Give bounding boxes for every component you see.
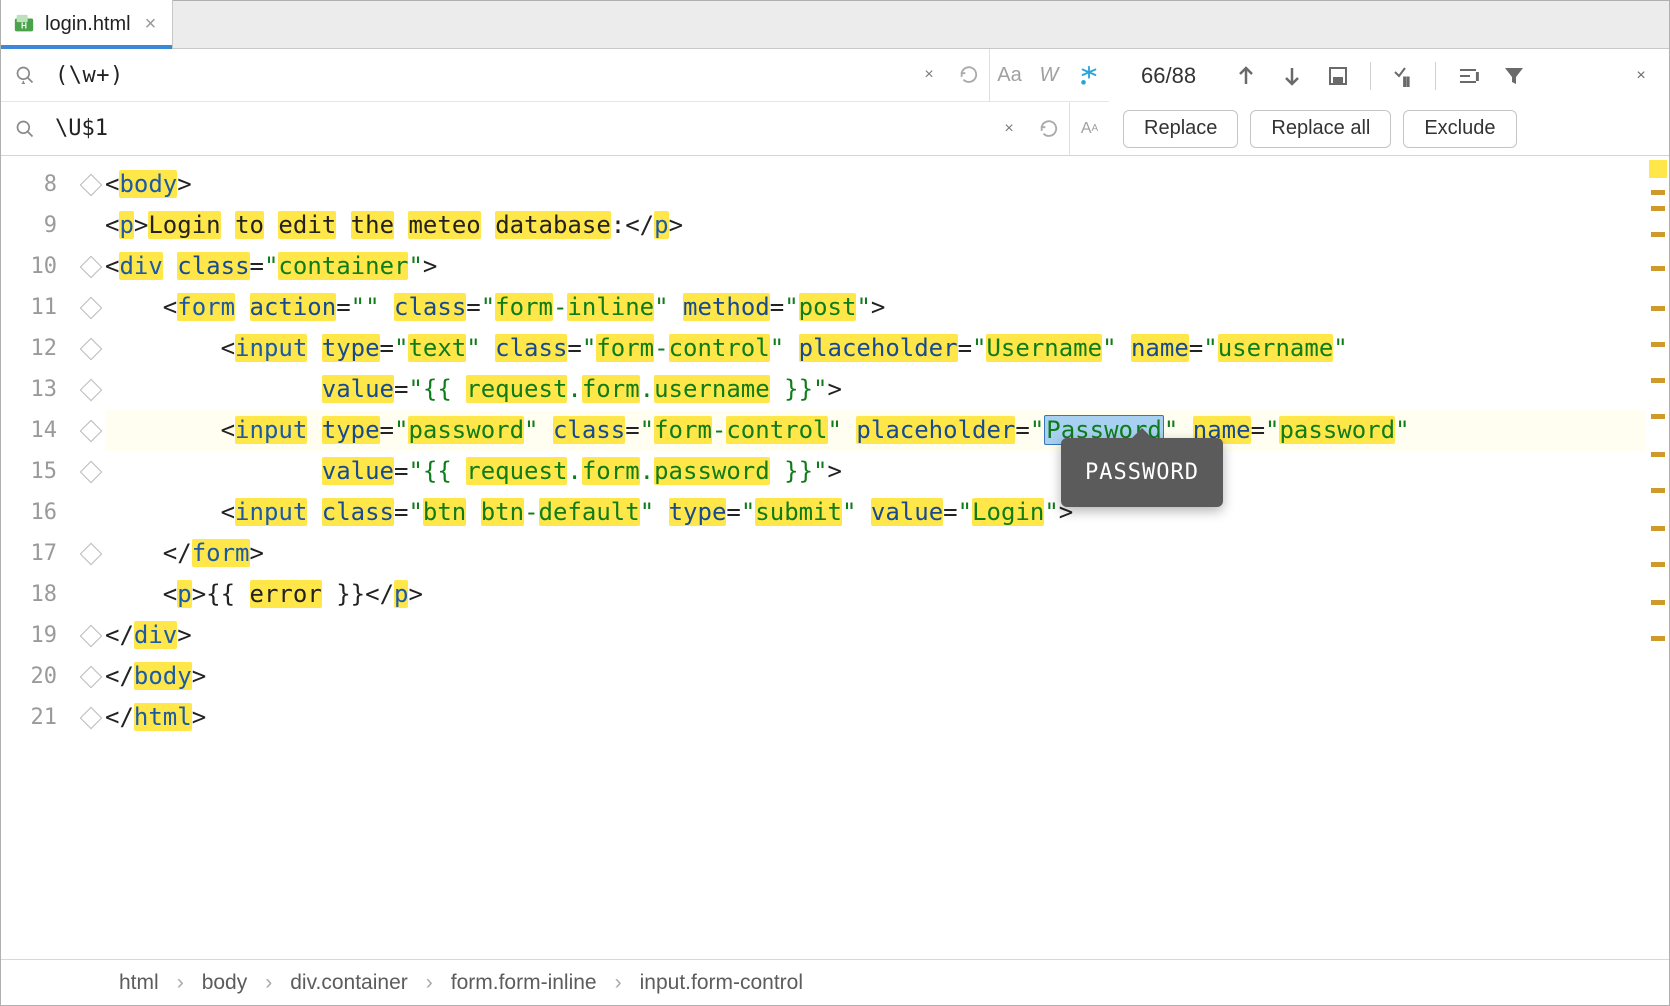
- match-count: 66/88: [1123, 63, 1214, 89]
- replace-preview-tooltip: PASSWORD: [1061, 438, 1223, 507]
- svg-text:II: II: [1403, 75, 1410, 88]
- marker[interactable]: [1651, 526, 1665, 531]
- svg-text:I: I: [1476, 72, 1479, 83]
- replace-input[interactable]: [49, 116, 989, 141]
- clear-replace-icon[interactable]: ×: [989, 102, 1029, 155]
- line-number[interactable]: 15: [1, 451, 105, 492]
- marker[interactable]: [1651, 206, 1665, 211]
- line-number[interactable]: 21: [1, 697, 105, 738]
- marker[interactable]: [1651, 562, 1665, 567]
- html-file-icon: H: [13, 13, 35, 35]
- filter-icon[interactable]: [1500, 62, 1528, 90]
- breadcrumb-item[interactable]: body: [202, 971, 248, 995]
- fold-icon[interactable]: [80, 378, 103, 401]
- breadcrumb-item[interactable]: html: [119, 971, 159, 995]
- exclude-button[interactable]: Exclude: [1403, 110, 1516, 148]
- marker[interactable]: [1651, 342, 1665, 347]
- chevron-right-icon: ›: [265, 971, 272, 995]
- close-find-icon[interactable]: ×: [1627, 62, 1655, 90]
- marker[interactable]: [1651, 488, 1665, 493]
- marker[interactable]: [1651, 600, 1665, 605]
- breadcrumb-item[interactable]: input.form-control: [640, 971, 803, 995]
- marker[interactable]: [1651, 378, 1665, 383]
- line-number[interactable]: 8: [1, 164, 105, 205]
- replace-buttons: Replace Replace all Exclude: [1109, 102, 1669, 155]
- breadcrumb-item[interactable]: div.container: [290, 971, 408, 995]
- match-case-icon[interactable]: Aa: [989, 49, 1029, 102]
- line-number[interactable]: 12: [1, 328, 105, 369]
- svg-text:H: H: [21, 22, 27, 31]
- line-number[interactable]: 16: [1, 492, 105, 533]
- replace-row: × AA: [1, 102, 1109, 155]
- separator: [1435, 62, 1436, 90]
- marker[interactable]: [1651, 232, 1665, 237]
- gutter: 8 9 10 11 12 13 14 15 16 17 18 19 20 21: [1, 156, 105, 959]
- breadcrumb: html › body › div.container › form.form-…: [1, 959, 1669, 1005]
- chevron-right-icon: ›: [426, 971, 433, 995]
- fold-icon[interactable]: [80, 624, 103, 647]
- marker[interactable]: [1651, 452, 1665, 457]
- next-match-icon[interactable]: [1278, 62, 1306, 90]
- fold-icon[interactable]: [80, 460, 103, 483]
- line-number[interactable]: 10: [1, 246, 105, 287]
- words-icon[interactable]: W: [1029, 49, 1069, 102]
- replace-button[interactable]: Replace: [1123, 110, 1238, 148]
- replace-all-button[interactable]: Replace all: [1250, 110, 1391, 148]
- line-number[interactable]: 11: [1, 287, 105, 328]
- editor-window: H login.html × × Aa W: [0, 0, 1670, 1006]
- file-tab[interactable]: H login.html ×: [1, 0, 173, 48]
- find-input[interactable]: [49, 63, 909, 88]
- fold-icon[interactable]: [80, 542, 103, 565]
- regex-icon[interactable]: [1069, 49, 1109, 102]
- replace-history-icon[interactable]: [1029, 102, 1069, 155]
- fold-icon[interactable]: [80, 173, 103, 196]
- chevron-right-icon: ›: [615, 971, 622, 995]
- find-replace-bar: × Aa W × AA 66/88: [1, 49, 1669, 156]
- find-toolbar: 66/88 II I ×: [1109, 49, 1669, 102]
- tab-filename: login.html: [45, 13, 131, 36]
- line-number[interactable]: 14: [1, 410, 105, 451]
- marker[interactable]: [1649, 160, 1667, 178]
- chevron-right-icon: ›: [177, 971, 184, 995]
- code-area[interactable]: <body> <p>Login to edit the meteo databa…: [105, 156, 1645, 959]
- line-number[interactable]: 17: [1, 533, 105, 574]
- line-number[interactable]: 19: [1, 615, 105, 656]
- prev-match-icon[interactable]: [1232, 62, 1260, 90]
- marker[interactable]: [1651, 190, 1665, 195]
- marker[interactable]: [1651, 636, 1665, 641]
- select-all-icon[interactable]: [1324, 62, 1352, 90]
- find-row: × Aa W: [1, 49, 1109, 102]
- fold-icon[interactable]: [80, 337, 103, 360]
- preserve-case-icon[interactable]: AA: [1069, 102, 1109, 155]
- marker[interactable]: [1651, 414, 1665, 419]
- separator: [1370, 62, 1371, 90]
- search-icon[interactable]: [1, 65, 49, 85]
- add-selection-icon[interactable]: II: [1389, 62, 1417, 90]
- fold-icon[interactable]: [80, 296, 103, 319]
- marker[interactable]: [1651, 306, 1665, 311]
- fold-icon[interactable]: [80, 419, 103, 442]
- fold-icon[interactable]: [80, 665, 103, 688]
- tab-bar: H login.html ×: [1, 1, 1669, 49]
- line-number[interactable]: 20: [1, 656, 105, 697]
- replace-search-icon[interactable]: [1, 119, 49, 139]
- close-tab-icon[interactable]: ×: [141, 13, 161, 36]
- search-history-icon[interactable]: [949, 49, 989, 102]
- marker[interactable]: [1651, 266, 1665, 271]
- in-selection-icon[interactable]: I: [1454, 62, 1482, 90]
- fold-icon[interactable]: [80, 706, 103, 729]
- line-number[interactable]: 18: [1, 574, 105, 615]
- clear-find-icon[interactable]: ×: [909, 49, 949, 102]
- marker-strip[interactable]: [1645, 156, 1669, 959]
- line-number[interactable]: 13: [1, 369, 105, 410]
- line-number[interactable]: 9: [1, 205, 105, 246]
- editor-body: 8 9 10 11 12 13 14 15 16 17 18 19 20 21 …: [1, 156, 1669, 959]
- breadcrumb-item[interactable]: form.form-inline: [451, 971, 597, 995]
- fold-icon[interactable]: [80, 255, 103, 278]
